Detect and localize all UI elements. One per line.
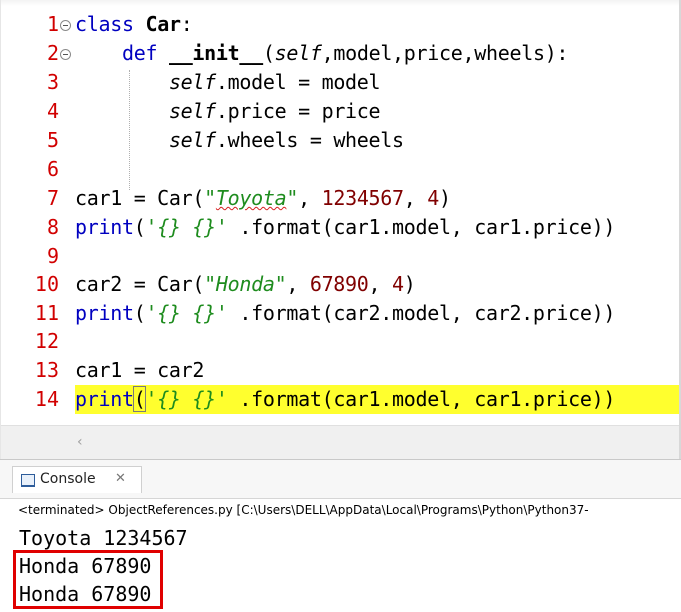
code-line-8[interactable]: 8 print('{} {}' .format(car1.model, car1… xyxy=(1,213,681,242)
tab-console[interactable]: Console ✕ xyxy=(12,466,142,493)
code-text: car2 = Car("Honda", 67890, 4) xyxy=(75,272,416,296)
code-line-2[interactable]: 2 def __init__(self,model,price,wheels): xyxy=(1,39,681,68)
code-text: car1 = car2 xyxy=(75,358,205,382)
code-text: car1 = Car("Toyota", 1234567, 4) xyxy=(75,186,451,210)
spellcheck-underline: Toyota xyxy=(215,186,287,210)
code-text: def __init__(self,model,price,wheels): xyxy=(121,41,569,65)
close-icon[interactable]: ✕ xyxy=(115,471,126,486)
code-line-3[interactable]: 3 self.model = model xyxy=(1,68,681,97)
scroll-left-icon[interactable]: ‹ xyxy=(77,434,83,450)
line-number: 3 xyxy=(46,70,59,94)
line-number: 1 xyxy=(46,12,59,36)
code-line-13[interactable]: 13 car1 = car2 xyxy=(1,356,681,385)
horizontal-scrollbar[interactable]: ‹ xyxy=(1,425,681,459)
fold-collapse-icon[interactable] xyxy=(60,49,71,60)
line-number: 6 xyxy=(46,157,59,181)
code-line-5[interactable]: 5 self.wheels = wheels xyxy=(1,126,681,155)
code-text: print('{} {}' .format(car2.model, car2.p… xyxy=(75,301,616,325)
line-number: 8 xyxy=(46,215,59,239)
line-number: 2 xyxy=(46,41,59,65)
line-number: 5 xyxy=(46,128,59,152)
line-number: 14 xyxy=(34,387,59,411)
code-line-6[interactable]: 6 xyxy=(1,155,681,184)
code-line-1[interactable]: 1 class Car: xyxy=(1,10,681,39)
tab-console-label: Console xyxy=(40,471,96,487)
line-number: 9 xyxy=(46,244,59,268)
line-number: 4 xyxy=(46,99,59,123)
code-line-10[interactable]: 10 car2 = Car("Honda", 67890, 4) xyxy=(1,270,681,299)
code-line-14-current[interactable]: 14 print('{} {}' .format(car1.model, car… xyxy=(1,385,681,414)
console-icon xyxy=(21,474,35,487)
code-text: class Car: xyxy=(75,12,193,36)
console-status-line: <terminated> ObjectReferences.py [C:\Use… xyxy=(18,503,589,517)
code-text: print('{} {}' .format(car1.model, car1.p… xyxy=(75,215,616,239)
console-output-line: Toyota 1234567 xyxy=(19,526,188,550)
annotation-highlight-box xyxy=(13,550,163,609)
code-text: self.price = price xyxy=(168,99,381,123)
code-text: self.model = model xyxy=(168,70,381,94)
line-number: 11 xyxy=(34,301,59,325)
editor-top-strip xyxy=(1,0,681,6)
console-tab-bar: Console ✕ xyxy=(0,459,681,499)
line-number: 13 xyxy=(34,358,59,382)
line-number: 7 xyxy=(46,186,59,210)
code-editor[interactable]: 1 class Car: 2 def __init__(self,model,p… xyxy=(0,0,681,459)
fold-collapse-icon[interactable] xyxy=(60,20,71,31)
code-line-9[interactable]: 9 xyxy=(1,242,681,271)
line-number: 10 xyxy=(34,272,59,296)
line-number: 12 xyxy=(34,329,59,353)
code-line-4[interactable]: 4 self.price = price xyxy=(1,97,681,126)
code-line-12[interactable]: 12 xyxy=(1,327,681,356)
code-text-highlighted: print('{} {}' .format(car1.model, car1.p… xyxy=(75,385,681,414)
code-text: self.wheels = wheels xyxy=(168,128,404,152)
code-line-7[interactable]: 7 car1 = Car("Toyota", 1234567, 4) xyxy=(1,184,681,213)
code-line-11[interactable]: 11 print('{} {}' .format(car2.model, car… xyxy=(1,299,681,328)
